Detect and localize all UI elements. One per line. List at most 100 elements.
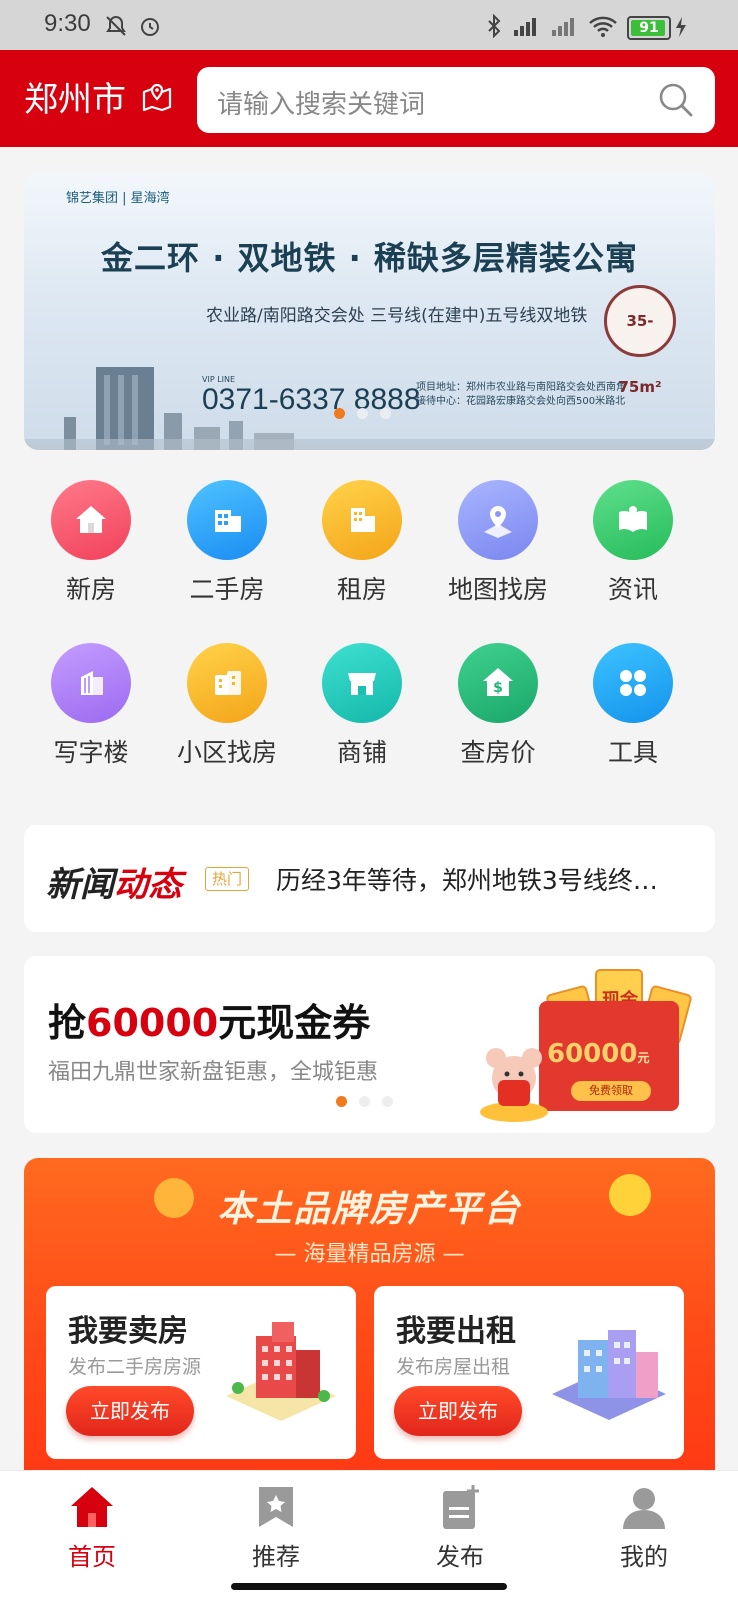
- hot-badge: 热门: [205, 867, 250, 891]
- news-ticker[interactable]: 新闻动态 热门 历经3年等待，郑州地铁3号线终…: [24, 825, 715, 932]
- red-envelope[interactable]: 60000元 免费领取: [539, 1001, 679, 1111]
- grid-item-label: 二手房: [189, 575, 265, 604]
- news-headline[interactable]: 历经3年等待，郑州地铁3号线终…: [276, 861, 658, 897]
- area-badge: 35-75m²: [604, 285, 676, 396]
- home-indicator[interactable]: [231, 1583, 507, 1590]
- grid-item-label: 资讯: [607, 575, 658, 604]
- envelope-amount-unit: 元: [637, 1051, 650, 1065]
- grid-item[interactable]: 商铺: [293, 643, 431, 769]
- svg-text:$: $: [493, 680, 503, 696]
- office-tower-circle: [51, 643, 131, 723]
- mascot-mouse-icon: [480, 1048, 548, 1122]
- book-icon: [619, 506, 647, 532]
- alarm-icon: [141, 18, 159, 36]
- pagination-dot[interactable]: [382, 1096, 393, 1107]
- home-icon: [71, 1487, 113, 1527]
- office-tower-icon: [81, 671, 103, 695]
- pagination-dot[interactable]: [380, 408, 391, 419]
- tab-label: 首页: [68, 1543, 116, 1571]
- grid-item[interactable]: 租房: [293, 480, 431, 606]
- building-icon: [215, 510, 241, 532]
- grid-item-label: 商铺: [336, 738, 387, 767]
- apartment-circle: [322, 480, 402, 560]
- publish-sell-button[interactable]: 立即发布: [66, 1386, 194, 1436]
- grid-item-label: 写字楼: [53, 738, 129, 767]
- banner-address: 项目地址：郑州市农业路与南阳路交会处西南角 接待中心：花园路宏康路交会处向西50…: [416, 381, 626, 409]
- grid-item[interactable]: 地图找房: [429, 480, 567, 606]
- grid-item[interactable]: $ 查房价: [429, 643, 567, 769]
- shop-icon: [348, 673, 376, 695]
- banner-subline: 农业路/南阳路交会处 三号线(在建中)五号线双地铁: [206, 306, 588, 326]
- location-map-icon[interactable]: [140, 80, 174, 114]
- promo-subtitle: 福田九鼎世家新盘钜惠，全城钜惠: [48, 1060, 379, 1085]
- book-circle: [593, 480, 673, 560]
- map-pin-circle: [458, 480, 538, 560]
- pagination-dot[interactable]: [359, 1096, 370, 1107]
- community-icon: [215, 671, 241, 695]
- banner-headline: 金二环 · 双地铁 · 稀缺多层精装公寓: [101, 239, 638, 277]
- grid-item[interactable]: 新房: [22, 480, 160, 606]
- tab-publish[interactable]: 发布: [368, 1485, 552, 1572]
- pagination-dot-active[interactable]: [334, 408, 345, 419]
- claim-button[interactable]: 免费领取: [571, 1081, 651, 1101]
- grid-item[interactable]: 二手房: [158, 480, 296, 606]
- platform-section: 本土品牌房产平台 — 海量精品房源 — 我要卖房 发布二手房房源 立即发布 我要…: [24, 1158, 715, 1470]
- banner-address-line: 接待中心：花园路宏康路交会处向西500米路北: [416, 396, 626, 407]
- tab-recommend[interactable]: 推荐: [184, 1485, 368, 1572]
- bookmark-star-icon: [259, 1487, 293, 1527]
- card-subtitle: 发布二手房房源: [68, 1356, 202, 1378]
- rent-out-card[interactable]: 我要出租 发布房屋出租 立即发布: [374, 1286, 684, 1459]
- grid-item-label: 租房: [336, 575, 387, 604]
- tab-mine[interactable]: 我的: [552, 1485, 736, 1572]
- publish-rent-button[interactable]: 立即发布: [394, 1386, 522, 1436]
- envelope-amount: 60000元: [547, 1039, 649, 1069]
- map-pin-icon: [484, 506, 512, 538]
- house-icon: [76, 506, 106, 533]
- grid-item-label: 地图找房: [447, 575, 548, 604]
- platform-title: 本土品牌房产平台: [217, 1189, 522, 1230]
- banner-address-line: 项目地址：郑州市农业路与南阳路交会处西南角: [416, 382, 626, 393]
- sell-house-card[interactable]: 我要卖房 发布二手房房源 立即发布: [46, 1286, 356, 1459]
- shop-circle: [322, 643, 402, 723]
- status-bar: 9:30 91: [0, 0, 738, 50]
- signal-icon: [552, 18, 574, 36]
- promo-title: 抢60000元现金券: [48, 992, 370, 1047]
- tab-home[interactable]: 首页: [0, 1485, 184, 1572]
- house-circle: [51, 480, 131, 560]
- publish-doc-icon: [443, 1485, 479, 1529]
- pagination-dot-active[interactable]: [336, 1096, 347, 1107]
- grid-item-label: 新房: [65, 575, 116, 604]
- banner-carousel[interactable]: 锦艺集团 | 星海湾 金二环 · 双地铁 · 稀缺多层精装公寓 农业路/南阳路交…: [24, 173, 715, 450]
- promo-title-amount: 60000: [86, 1001, 219, 1045]
- grid-item[interactable]: 工具: [564, 643, 702, 769]
- signal-hd-icon: [514, 18, 536, 36]
- promo-pagination: [336, 1096, 393, 1107]
- blue-building-illustration: [552, 1330, 666, 1420]
- bottom-tab-bar: 首页 推荐 发布 我的: [0, 1470, 738, 1601]
- search-input[interactable]: 请输入搜索关键词: [197, 67, 715, 133]
- charging-icon: [676, 17, 686, 37]
- card-title: 我要卖房: [68, 1314, 188, 1349]
- red-building-illustration: [226, 1322, 336, 1421]
- tools-circle: [593, 643, 673, 723]
- pagination-dot[interactable]: [357, 408, 368, 419]
- promo-title-suffix: 元现金券: [218, 1001, 371, 1045]
- search-placeholder: 请输入搜索关键词: [217, 90, 426, 120]
- building-circle: [187, 480, 267, 560]
- grid-item[interactable]: 小区找房: [158, 643, 296, 769]
- grid-item[interactable]: 资讯: [564, 480, 702, 606]
- battery-icon: 91: [627, 16, 671, 40]
- header-bar: 郑州市 请输入搜索关键词: [0, 50, 738, 147]
- tab-label: 推荐: [252, 1543, 300, 1571]
- grid-item[interactable]: 写字楼: [22, 643, 160, 769]
- news-brand: 新闻动态: [46, 857, 182, 906]
- promo-title-prefix: 抢: [48, 1001, 87, 1045]
- city-selector[interactable]: 郑州市: [24, 80, 126, 120]
- card-subtitle: 发布房屋出租: [396, 1356, 511, 1378]
- search-icon[interactable]: [657, 81, 695, 119]
- news-brand-part: 动态: [114, 865, 182, 905]
- cash-coupon-promo[interactable]: 抢60000元现金券 福田九鼎世家新盘钜惠，全城钜惠 现 现金 现 60000元…: [24, 956, 715, 1133]
- envelope-amount-value: 60000: [547, 1039, 638, 1069]
- tools-icon: [620, 670, 646, 696]
- banner-pagination: [334, 408, 391, 419]
